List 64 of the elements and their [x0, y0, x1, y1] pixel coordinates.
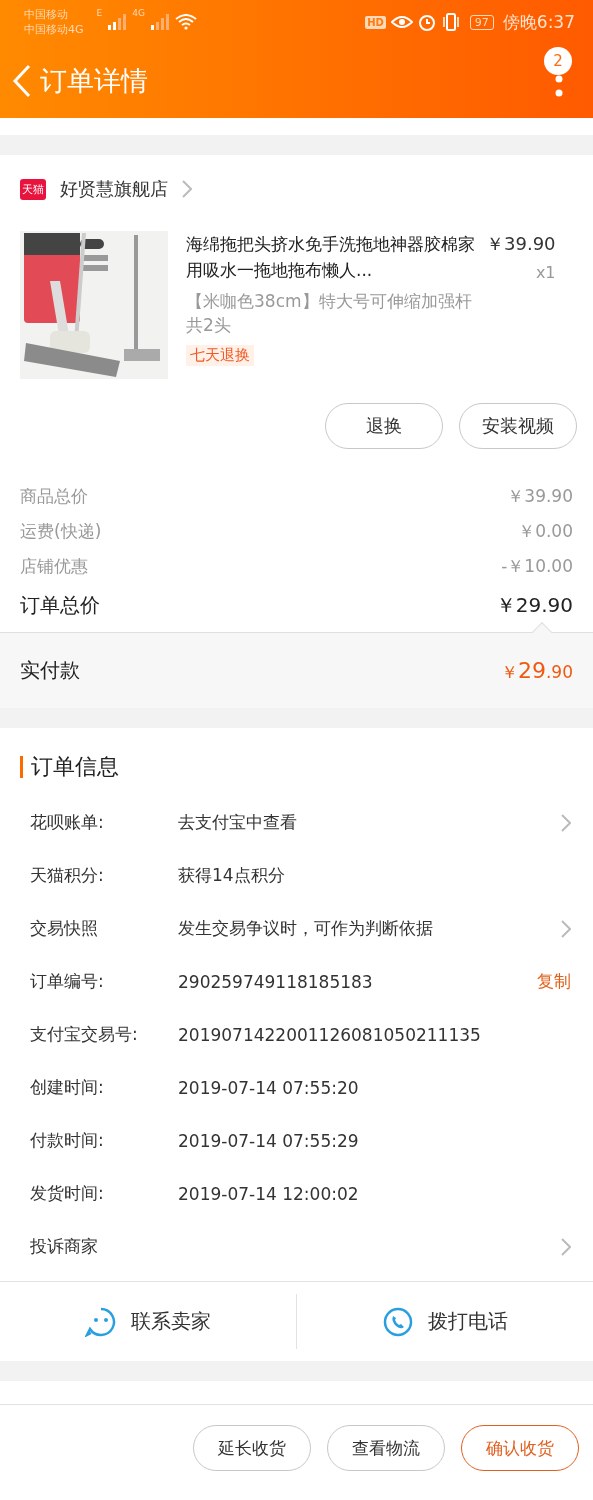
phone-icon [382, 1306, 414, 1337]
notification-badge: 2 [544, 47, 572, 75]
clock-time: 傍晚6:37 [502, 10, 575, 34]
info-label: 天猫积分: [30, 864, 105, 887]
info-label: 发货时间: [30, 1182, 105, 1205]
info-value: 2019-07-14 07:55:29 [178, 1130, 359, 1151]
chevron-icon[interactable] [182, 180, 192, 198]
action-button[interactable]: 延长收货 [193, 1425, 311, 1471]
paid-label: 实付款 [20, 657, 80, 684]
product-variant: 【米咖色38cm】特大号可伸缩加强杆共2头 [186, 290, 473, 337]
info-label: 花呗账单: [30, 811, 105, 834]
price-value: ￥0.00 [518, 520, 573, 543]
product-title[interactable]: 海绵拖把头挤水免手洗拖地神器胶棉家用吸水一拖地拖布懒人... [186, 231, 478, 283]
info-label: 付款时间: [30, 1129, 105, 1152]
info-value: 2019071422001126081050211135 [178, 1024, 481, 1045]
chevron-icon[interactable] [561, 919, 571, 938]
info-value: 2019-07-14 07:55:20 [178, 1077, 359, 1098]
info-label: 订单编号: [30, 970, 105, 993]
return-policy-tag: 七天退换 [186, 345, 254, 366]
product-price: ￥39.90 [486, 232, 556, 256]
store-name[interactable]: 好贤慧旗舰店 [60, 177, 168, 201]
action-button[interactable]: 安装视频 [459, 403, 577, 449]
price-label: 店铺优惠 [20, 555, 88, 578]
info-label: 投诉商家 [30, 1235, 99, 1258]
info-label: 交易快照 [30, 917, 99, 940]
price-value: ￥29.90 [495, 591, 573, 619]
section-title: 订单信息 [31, 753, 119, 781]
paid-amount: ￥29.90 [500, 657, 573, 684]
info-value: 发生交易争议时，可作为判断依据 [178, 917, 433, 940]
alarm-icon [417, 13, 436, 31]
eye-icon [390, 14, 413, 30]
carrier-name: 中国移动4G [24, 22, 84, 37]
chevron-icon[interactable] [561, 813, 571, 832]
carrier-name: 中国移动 [24, 7, 69, 22]
page-title: 订单详情 [40, 64, 148, 98]
vibrate-icon [440, 13, 461, 31]
price-label: 运费(快递) [20, 520, 102, 543]
signal-icon [107, 14, 128, 30]
info-value: 2019-07-14 12:00:02 [178, 1183, 359, 1204]
price-label: 订单总价 [20, 591, 100, 619]
info-value: 去支付宝中查看 [178, 811, 297, 834]
price-label: 商品总价 [20, 485, 88, 508]
info-value: 获得14点积分 [178, 864, 285, 887]
info-label: 支付宝交易号: [30, 1023, 139, 1046]
product-quantity: x1 [535, 263, 556, 282]
network-type: E [96, 8, 103, 18]
back-icon[interactable] [12, 64, 32, 98]
price-value: ￥39.90 [507, 485, 573, 508]
chevron-icon[interactable] [561, 1237, 571, 1256]
info-label: 创建时间: [30, 1076, 105, 1099]
wifi-icon [174, 14, 197, 30]
hd-badge: HD [365, 15, 386, 29]
store-logo: 天猫 [20, 178, 46, 200]
more-icon[interactable] [555, 75, 563, 97]
price-value: -￥10.00 [501, 555, 573, 578]
network-type: 4G [132, 8, 145, 18]
info-value: 290259749118185183 [178, 971, 373, 992]
action-button[interactable]: 退换 [325, 403, 443, 449]
chat-face-icon [85, 1306, 117, 1337]
battery-indicator: 97 [469, 14, 494, 30]
action-button[interactable]: 查看物流 [327, 1425, 445, 1471]
copy-link[interactable]: 复制 [537, 970, 571, 993]
action-button[interactable]: 确认收货 [461, 1425, 579, 1471]
signal-icon [149, 14, 170, 30]
